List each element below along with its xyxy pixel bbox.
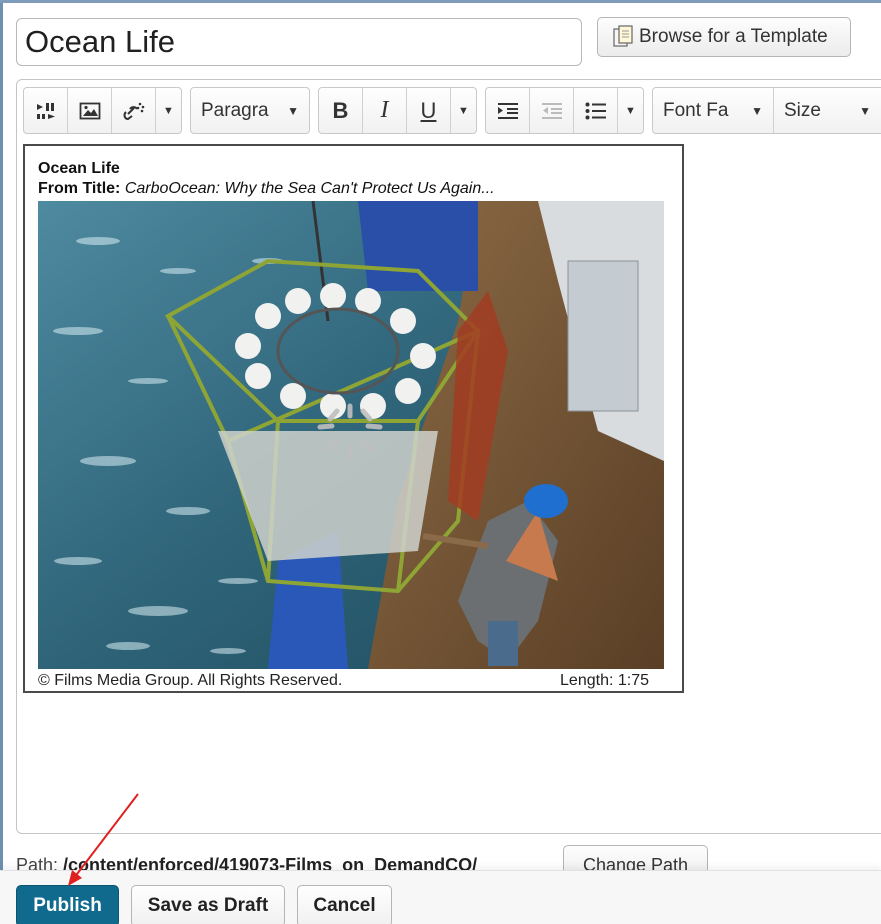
save-draft-button[interactable]: Save as Draft xyxy=(131,885,285,924)
insert-image-button[interactable] xyxy=(68,88,112,133)
publish-button[interactable]: Publish xyxy=(16,885,119,924)
bold-label: B xyxy=(332,97,349,123)
font-family-label: Font Fa xyxy=(663,99,729,121)
window-left-edge xyxy=(0,0,3,924)
font-size-label: Size xyxy=(784,99,821,121)
image-icon xyxy=(79,102,100,119)
underline-label: U xyxy=(420,97,437,123)
insert-link-button[interactable] xyxy=(112,88,156,133)
link-icon xyxy=(123,102,144,120)
font-group: Font Fa ▼ Size ▼ xyxy=(652,87,881,134)
insert-stuff-icon xyxy=(36,102,55,119)
template-icon xyxy=(613,25,633,47)
chevron-down-icon: ▼ xyxy=(625,104,636,117)
browse-template-label: Browse for a Template xyxy=(639,26,828,47)
chevron-down-icon: ▼ xyxy=(859,103,871,118)
cancel-label: Cancel xyxy=(313,895,376,916)
chevron-down-icon: ▼ xyxy=(458,104,469,117)
paragraph-format-label: Paragra xyxy=(201,99,269,121)
indent-list-group: ▼ xyxy=(485,87,644,134)
insert-more-dropdown[interactable]: ▼ xyxy=(156,88,181,133)
video-player[interactable] xyxy=(38,201,664,669)
insert-group: ▼ xyxy=(23,87,182,134)
indent-icon xyxy=(497,102,518,119)
browse-template-button[interactable]: Browse for a Template xyxy=(597,17,851,57)
annotation-arrow-icon xyxy=(68,793,139,886)
font-size-dropdown[interactable]: Size ▼ xyxy=(774,88,881,133)
insert-stuff-button[interactable] xyxy=(24,88,68,133)
chevron-down-icon: ▼ xyxy=(751,103,763,118)
chevron-down-icon: ▼ xyxy=(287,103,299,118)
text-style-group: B I U ▼ xyxy=(318,87,477,134)
outdent-icon xyxy=(541,102,562,119)
chevron-down-icon: ▼ xyxy=(163,104,174,117)
media-copyright: © Films Media Group. All Rights Reserved… xyxy=(38,672,343,689)
media-source-label: From Title: xyxy=(38,180,121,197)
embedded-media-box[interactable]: Ocean Life From Title: CarboOcean: Why t… xyxy=(23,144,684,693)
editor-toolbar: ▼ Paragra ▼ B I U ▼ ▼ Font Fa ▼ Size ▼ xyxy=(23,87,881,134)
media-title: Ocean Life xyxy=(38,160,120,177)
outdent-button[interactable] xyxy=(530,88,574,133)
indent-button[interactable] xyxy=(486,88,530,133)
title-input[interactable] xyxy=(16,18,582,66)
cancel-button[interactable]: Cancel xyxy=(297,885,392,924)
italic-label: I xyxy=(380,97,389,123)
italic-button[interactable]: I xyxy=(363,88,407,133)
font-family-dropdown[interactable]: Font Fa ▼ xyxy=(653,88,774,133)
media-source-title: CarboOcean: Why the Sea Can't Protect Us… xyxy=(124,180,495,197)
bullet-list-button[interactable] xyxy=(574,88,618,133)
save-draft-label: Save as Draft xyxy=(147,895,269,916)
bold-button[interactable]: B xyxy=(319,88,363,133)
publish-label: Publish xyxy=(33,895,102,916)
video-frame-image xyxy=(38,201,664,669)
html-editor[interactable]: ▼ Paragra ▼ B I U ▼ ▼ Font Fa ▼ Size ▼ O… xyxy=(16,79,881,834)
paragraph-group: Paragra ▼ xyxy=(190,87,310,134)
list-more-dropdown[interactable]: ▼ xyxy=(618,88,643,133)
underline-button[interactable]: U xyxy=(407,88,451,133)
media-length: Length: 1:75 xyxy=(560,672,649,689)
paragraph-format-dropdown[interactable]: Paragra ▼ xyxy=(191,88,309,133)
bullet-list-icon xyxy=(585,102,606,119)
media-source: From Title: CarboOcean: Why the Sea Can'… xyxy=(38,180,495,198)
window-top-edge xyxy=(0,0,881,3)
text-style-more-dropdown[interactable]: ▼ xyxy=(451,88,476,133)
